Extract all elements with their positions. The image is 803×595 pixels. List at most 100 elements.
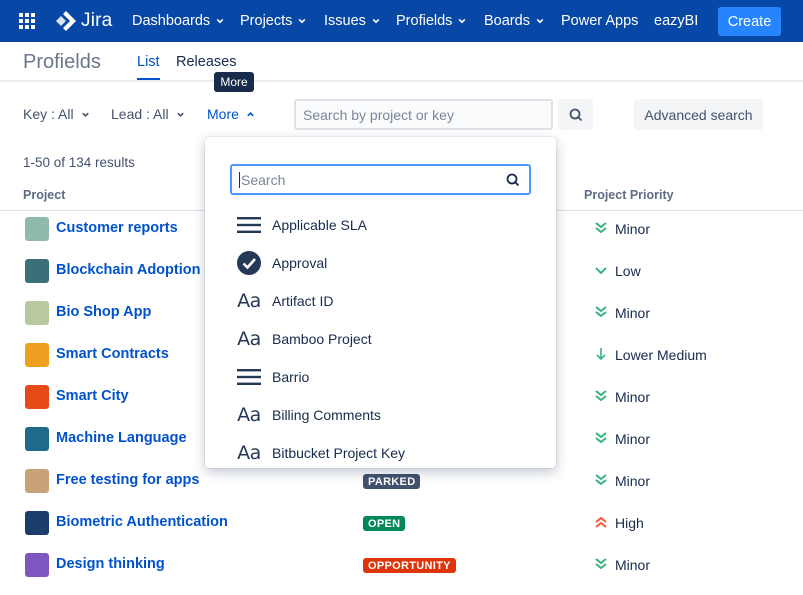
project-name-link[interactable]: Biometric Authentication — [56, 514, 228, 530]
dropdown-field-option[interactable]: Aa Artifact ID — [205, 282, 556, 320]
project-name-link[interactable]: Customer reports — [56, 220, 178, 236]
double-chevron-up-icon — [595, 516, 607, 528]
lead-filter-label: Lead : All — [111, 106, 169, 122]
chevron-down-icon — [216, 18, 224, 24]
dropdown-option-label: Artifact ID — [272, 293, 334, 309]
more-fields-dropdown: Search Applicable SLA Approval Aa Artifact … — [205, 137, 556, 468]
search-icon — [506, 173, 520, 187]
dropdown-option-label: Applicable SLA — [272, 217, 367, 233]
lead-filter[interactable]: Lead : All — [111, 106, 185, 122]
double-chevron-down-icon — [595, 432, 607, 444]
key-filter[interactable]: Key : All — [23, 106, 90, 122]
tab-list[interactable]: List — [137, 54, 160, 70]
project-name-link[interactable]: Smart City — [56, 388, 129, 404]
project-avatar[interactable] — [25, 427, 49, 451]
project-avatar[interactable] — [25, 553, 49, 577]
table-row: Design thinking OPPORTUNITY Minor — [0, 553, 803, 595]
nav-item-issues[interactable]: Issues — [324, 0, 380, 42]
double-chevron-down-icon — [595, 474, 607, 486]
search-icon — [569, 108, 582, 121]
search-button[interactable] — [558, 99, 593, 130]
project-name-link[interactable]: Machine Language — [56, 430, 187, 446]
project-avatar[interactable] — [25, 469, 49, 493]
project-name-link[interactable]: Free testing for apps — [56, 472, 199, 488]
priority-label: Minor — [615, 221, 651, 237]
dropdown-field-option[interactable]: Aa Bitbucket Project Key — [205, 434, 556, 468]
project-name-link[interactable]: Blockchain Adoption — [56, 262, 200, 278]
column-header-priority[interactable]: Project Priority — [584, 188, 674, 202]
text-aa-icon: Aa — [236, 441, 262, 465]
project-search-input[interactable]: Search by project or key — [294, 99, 553, 130]
nav-item-label: Dashboards — [132, 13, 211, 29]
app-switcher-icon[interactable] — [19, 13, 35, 29]
project-avatar[interactable] — [25, 217, 49, 241]
double-chevron-down-icon — [595, 222, 607, 234]
chevron-down-icon — [299, 18, 306, 24]
table-row: Biometric Authentication OPEN High — [0, 511, 803, 553]
priority-label: Low — [615, 263, 641, 279]
advanced-search-button[interactable]: Advanced search — [634, 99, 763, 130]
nav-item-boards[interactable]: Boards — [484, 0, 544, 42]
nav-item-label: Power Apps — [561, 13, 639, 29]
list-lines-icon — [236, 365, 262, 389]
project-avatar[interactable] — [25, 259, 49, 283]
chevron-down-icon — [536, 18, 544, 24]
project-name-link[interactable]: Smart Contracts — [56, 346, 169, 362]
project-avatar[interactable] — [25, 343, 49, 367]
more-filter-label: More — [207, 106, 239, 122]
project-name-link[interactable]: Design thinking — [56, 556, 165, 572]
text-field-glyph: Aa — [237, 404, 261, 426]
column-header-project[interactable]: Project — [23, 188, 65, 202]
project-avatar[interactable] — [25, 511, 49, 535]
nav-item-label: Issues — [324, 13, 366, 29]
more-tooltip: More — [214, 72, 254, 92]
logo-text: Jira — [81, 10, 113, 31]
dropdown-field-option[interactable]: Aa Bamboo Project — [205, 320, 556, 358]
dropdown-option-label: Bitbucket Project Key — [272, 445, 406, 461]
chevron-down-icon — [459, 18, 466, 24]
top-navigation: Jira Dashboards Projects Issues Profields Bo… — [0, 0, 803, 42]
double-chevron-down-icon — [595, 390, 607, 402]
text-field-glyph: Aa — [237, 290, 261, 312]
page-title: Profields — [23, 51, 101, 73]
jira-logo[interactable]: Jira — [55, 9, 112, 33]
dropdown-field-option[interactable]: Applicable SLA — [205, 206, 556, 244]
dropdown-search-placeholder: Search — [241, 171, 286, 188]
nav-item-profields[interactable]: Profields — [396, 0, 466, 42]
more-filter[interactable]: More — [207, 106, 255, 122]
dropdown-field-option[interactable]: Barrio — [205, 358, 556, 396]
text-aa-icon: Aa — [236, 403, 262, 427]
project-search-placeholder: Search by project or key — [303, 106, 454, 123]
dropdown-field-option[interactable]: Approval — [205, 244, 556, 282]
dropdown-option-label: Billing Comments — [272, 407, 381, 423]
dropdown-option-label: Bamboo Project — [272, 331, 372, 347]
nav-item-projects[interactable]: Projects — [240, 0, 306, 42]
dropdown-search-input[interactable]: Search — [230, 164, 531, 195]
dropdown-field-option[interactable]: Aa Billing Comments — [205, 396, 556, 434]
project-name-link[interactable]: Bio Shop App — [56, 304, 151, 320]
chevron-down-icon — [595, 267, 607, 275]
jira-logo-icon — [56, 11, 76, 31]
priority-label: High — [615, 515, 644, 531]
nav-item-label: Projects — [240, 13, 293, 29]
results-count: 1-50 of 134 results — [23, 155, 135, 170]
tab-releases[interactable]: Releases — [176, 54, 236, 70]
project-avatar[interactable] — [25, 385, 49, 409]
text-aa-icon: Aa — [236, 289, 262, 313]
project-avatar[interactable] — [25, 301, 49, 325]
dropdown-option-label: Approval — [272, 255, 328, 271]
status-lozenge: OPEN — [363, 516, 406, 531]
nav-item-dashboards[interactable]: Dashboards — [132, 0, 224, 42]
nav-item-eazybi[interactable]: eazyBI — [654, 0, 698, 42]
nav-item-power-apps[interactable]: Power Apps — [561, 0, 638, 42]
priority-label: Minor — [615, 431, 651, 447]
arrow-down-icon — [596, 348, 606, 361]
chevron-down-icon — [372, 18, 380, 24]
chevron-down-icon — [176, 112, 184, 117]
nav-item-label: Profields — [396, 13, 453, 29]
double-chevron-down-icon — [595, 558, 607, 570]
text-field-glyph: Aa — [237, 442, 261, 464]
text-cursor — [239, 171, 240, 188]
create-button[interactable]: Create — [718, 7, 781, 36]
text-aa-icon: Aa — [236, 327, 262, 351]
